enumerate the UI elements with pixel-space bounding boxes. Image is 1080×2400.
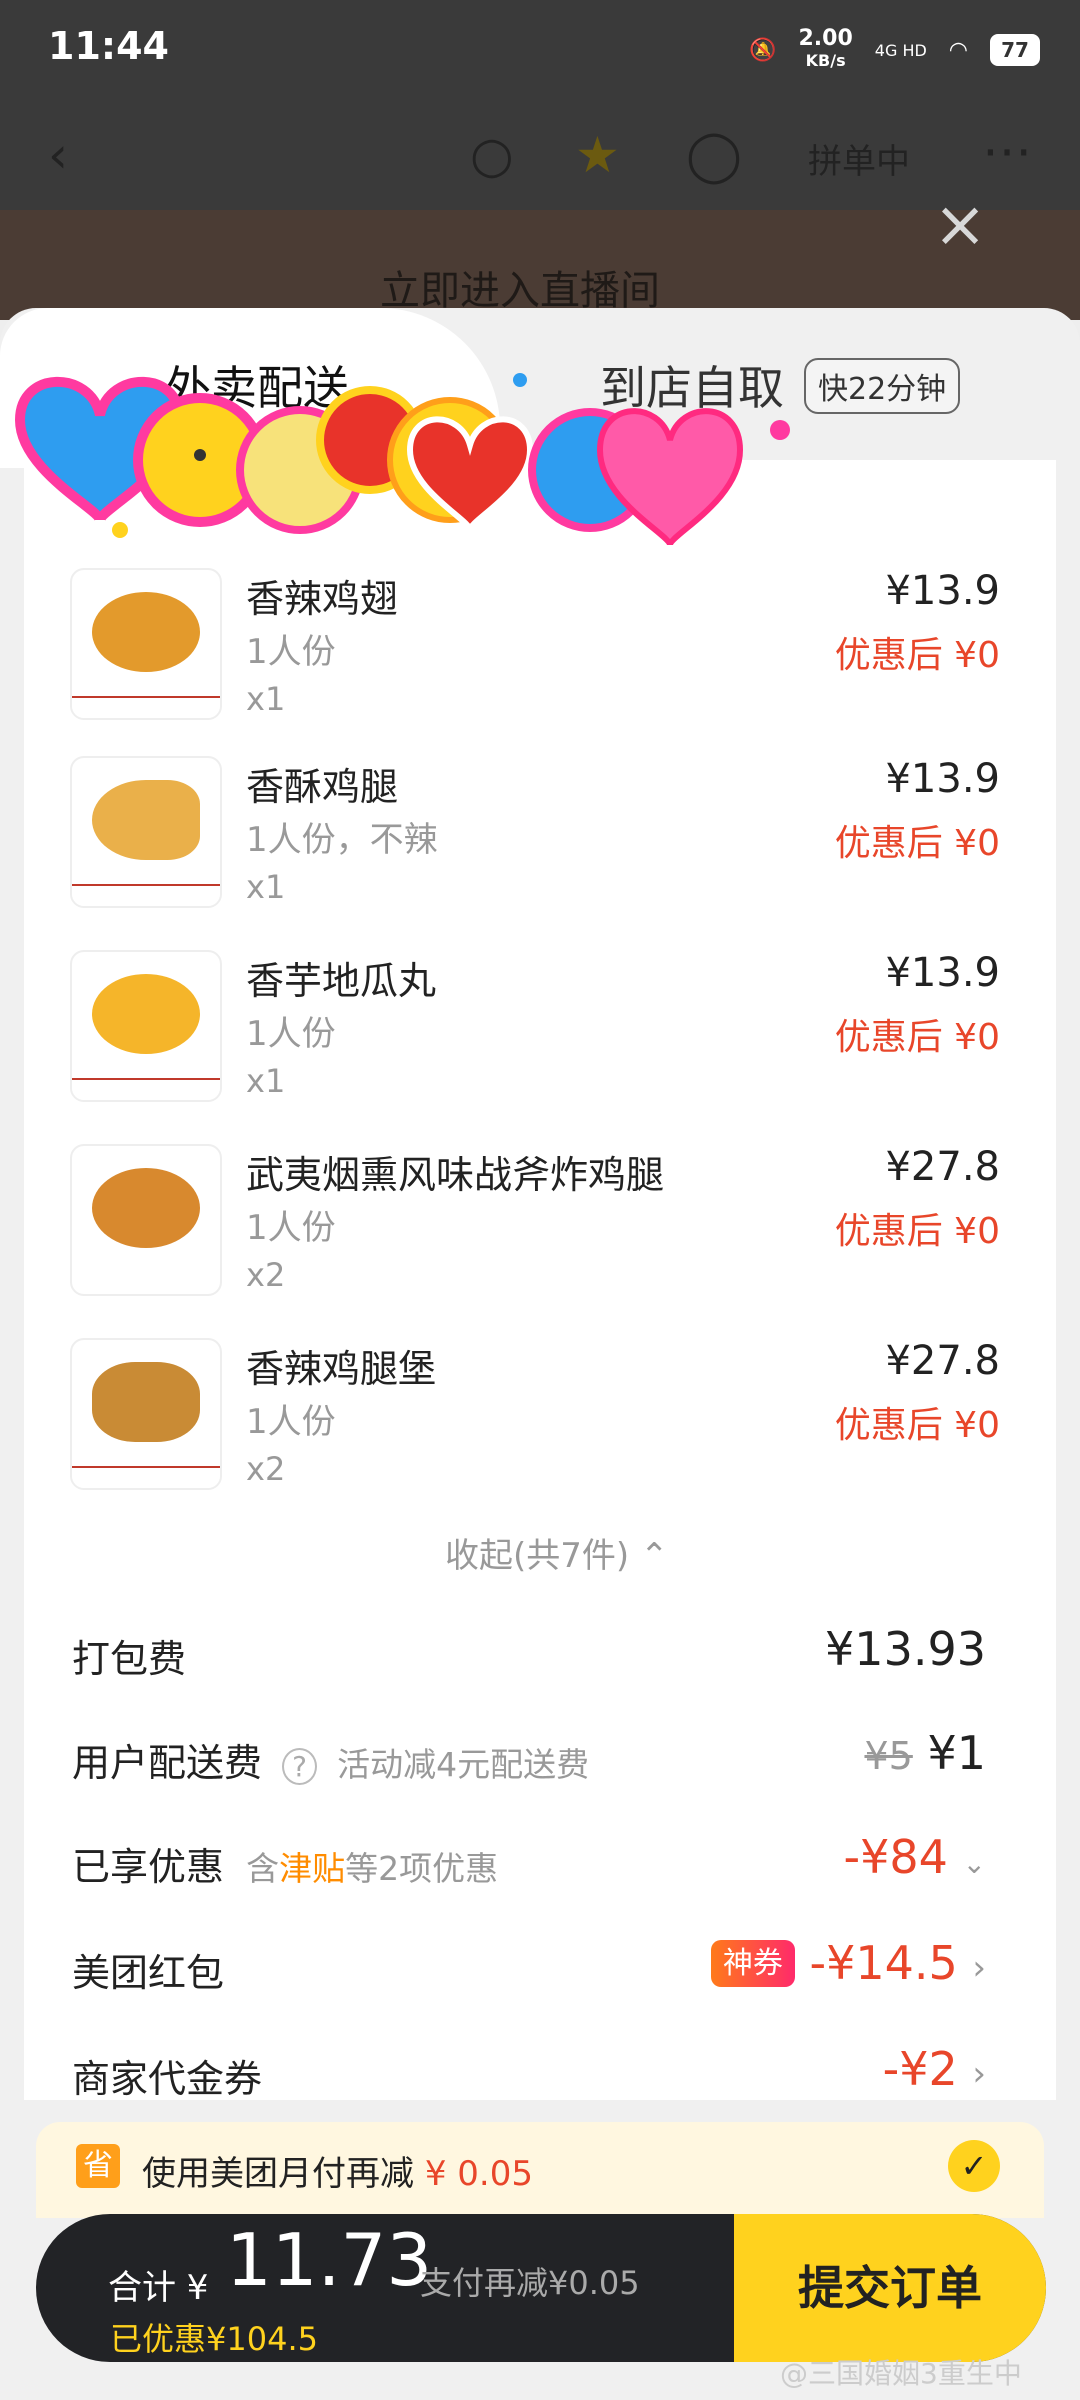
status-time: 11:44: [48, 24, 169, 68]
item-qty: x1: [246, 1062, 286, 1100]
item-price: ¥27.8: [885, 1338, 1000, 1384]
item-spec: 1人份: [246, 1014, 336, 1054]
item-discount-price: 优惠后 ¥0: [834, 823, 1000, 864]
mute-icon: 🔕: [749, 37, 777, 63]
item-qty: x2: [246, 1450, 286, 1488]
star-icon[interactable]: ★: [575, 126, 620, 184]
item-price: ¥13.9: [885, 756, 1000, 802]
submit-order-button[interactable]: 提交订单: [734, 2214, 1046, 2362]
confetti: [513, 373, 527, 387]
total-label: 合计 ¥: [108, 2268, 209, 2308]
checkmark-icon[interactable]: ✓: [948, 2140, 1000, 2192]
status-icons: 🔕 2.00 KB/s 4G HD ◠ 77: [749, 28, 1040, 72]
collapse-button[interactable]: 收起(共7件) ⌃: [445, 1528, 668, 1577]
live-banner: 立即进入直播间: [0, 210, 1080, 320]
item-spec: 1人份: [246, 1402, 336, 1442]
network-speed: 2.00 KB/s: [798, 26, 853, 71]
delivery-fee-row: 用户配送费 ? 活动减4元配送费 ¥5 ¥1: [72, 1726, 986, 1802]
redpacket-value: -¥14.5: [809, 1936, 958, 1990]
chevron-up-icon: ⌃: [639, 1536, 669, 1576]
collapse-label: 收起(共7件): [445, 1536, 630, 1576]
delivery-fee-label: 用户配送费: [72, 1741, 263, 1785]
item-price: ¥13.9: [885, 568, 1000, 614]
item-spec: 1人份: [246, 632, 336, 672]
saved-amount: 已优惠¥104.5: [110, 2320, 318, 2358]
chevron-down-icon: ⌄: [962, 1847, 986, 1880]
help-icon[interactable]: ?: [282, 1748, 317, 1785]
packing-fee-value: ¥13.93: [825, 1622, 986, 1676]
save-icon: 省: [76, 2144, 120, 2188]
close-icon[interactable]: ×: [930, 193, 990, 257]
smiley-face: [194, 449, 206, 461]
sticker-decoration: [14, 373, 790, 547]
delivery-fee-note: 活动减4元配送费: [337, 1745, 590, 1784]
item-discount-price: 优惠后 ¥0: [834, 1017, 1000, 1058]
pay-extra-discount: 支付再减¥0.05: [420, 2264, 640, 2302]
food-image: [70, 1144, 222, 1296]
list-item: 香芋地瓜丸 1人份 x1 ¥13.9 优惠后 ¥0: [70, 950, 1000, 1110]
list-item: 香辣鸡腿堡 1人份 x2 ¥27.8 优惠后 ¥0: [70, 1338, 1000, 1498]
confetti: [770, 420, 790, 440]
discount-note-post: 等2项优惠: [345, 1849, 499, 1888]
confetti: [112, 522, 128, 538]
more-icon[interactable]: ⋯: [982, 122, 1032, 180]
list-item: 武夷烟熏风味战斧炸鸡腿 1人份 x2 ¥27.8 优惠后 ¥0: [70, 1144, 1000, 1304]
top-navigation: ‹ ○ ★ ◯ 拼单中 ⋯: [0, 100, 1080, 210]
packing-fee-row: 打包费 ¥13.93: [72, 1622, 986, 1698]
back-icon[interactable]: ‹: [48, 126, 68, 184]
wifi-icon: ◠: [948, 37, 968, 63]
food-image: [70, 950, 222, 1102]
item-name: 香辣鸡腿堡: [246, 1347, 437, 1391]
voucher-row[interactable]: 商家代金券 -¥2 ›: [72, 2042, 986, 2118]
chat-icon[interactable]: ◯: [686, 126, 742, 184]
monthly-pay-option[interactable]: 省 使用美团月付再减 ¥ 0.05 ✓: [36, 2122, 1044, 2218]
food-image: [70, 756, 222, 908]
heart-sticker: [596, 408, 744, 547]
item-name: 香芋地瓜丸: [246, 959, 437, 1003]
chevron-right-icon: ›: [972, 1948, 986, 1988]
chevron-right-icon: ›: [972, 2054, 986, 2094]
discount-note-pre: 含: [246, 1849, 280, 1888]
item-qty: x2: [246, 1256, 286, 1294]
item-name: 武夷烟熏风味战斧炸鸡腿: [246, 1153, 665, 1197]
monthly-pay-text: 使用美团月付再减: [142, 2154, 414, 2194]
group-order-button[interactable]: 拼单中: [808, 134, 910, 183]
checkout-bar: 合计 ¥ 11.73 支付再减¥0.05 已优惠¥104.5 提交订单: [36, 2214, 1046, 2362]
item-qty: x1: [246, 680, 286, 718]
discount-row[interactable]: 已享优惠 含津贴等2项优惠 -¥84 ⌄: [72, 1830, 986, 1906]
discount-label: 已享优惠: [72, 1845, 225, 1889]
search-icon[interactable]: ○: [470, 126, 514, 184]
item-price: ¥27.8: [885, 1144, 1000, 1190]
food-image: [70, 1338, 222, 1490]
discount-note-highlight: 津贴: [279, 1849, 346, 1888]
battery-icon: 77: [990, 34, 1040, 66]
item-spec: 1人份: [246, 1208, 336, 1248]
discount-value: -¥84: [843, 1830, 948, 1884]
list-item: 香辣鸡翅 1人份 x1 ¥13.9 优惠后 ¥0: [70, 568, 1000, 728]
item-name: 香酥鸡腿: [246, 765, 399, 809]
list-item: 香酥鸡腿 1人份，不辣 x1 ¥13.9 优惠后 ¥0: [70, 756, 1000, 916]
voucher-value: -¥2: [882, 2042, 958, 2096]
redpacket-row[interactable]: 美团红包 神券 -¥14.5 ›: [72, 1936, 986, 2012]
voucher-label: 商家代金券: [72, 2057, 263, 2101]
status-bar: 11:44 🔕 2.00 KB/s 4G HD ◠ 77: [0, 0, 1080, 100]
watermark: @三国婚姻3重生中: [780, 2357, 1022, 2390]
item-discount-price: 优惠后 ¥0: [834, 1211, 1000, 1252]
packing-fee-label: 打包费: [72, 1637, 187, 1681]
food-image: [70, 568, 222, 720]
total-value: 11.73: [226, 2218, 433, 2302]
item-discount-price: 优惠后 ¥0: [834, 635, 1000, 676]
item-price: ¥13.9: [885, 950, 1000, 996]
item-spec: 1人份，不辣: [246, 820, 438, 860]
delivery-fee-old: ¥5: [864, 1734, 913, 1778]
signal-icon: 4G HD: [874, 40, 927, 60]
coupon-badge: 神券: [710, 1940, 795, 1987]
item-qty: x1: [246, 868, 286, 906]
delivery-fee-value: ¥1: [927, 1726, 986, 1780]
item-discount-price: 优惠后 ¥0: [834, 1405, 1000, 1446]
redpacket-label: 美团红包: [72, 1951, 225, 1995]
monthly-pay-amount: ¥ 0.05: [424, 2154, 533, 2194]
